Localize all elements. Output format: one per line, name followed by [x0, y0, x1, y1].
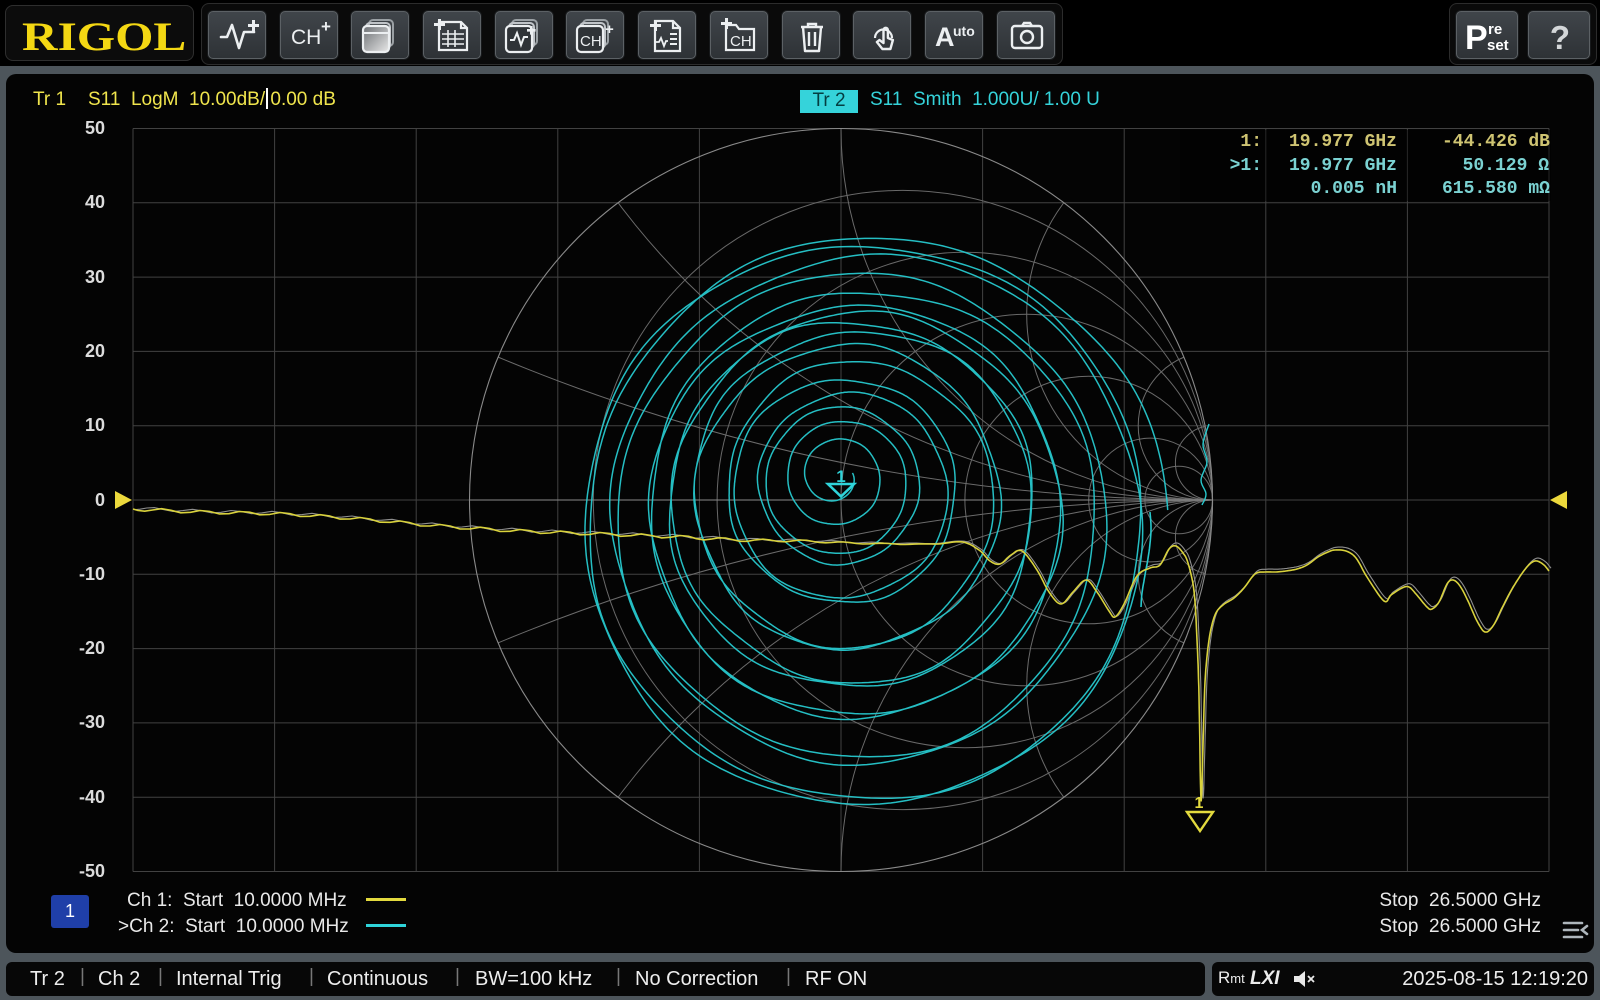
svg-text:1: 1: [836, 467, 845, 486]
svg-text:1: 1: [1195, 795, 1204, 812]
